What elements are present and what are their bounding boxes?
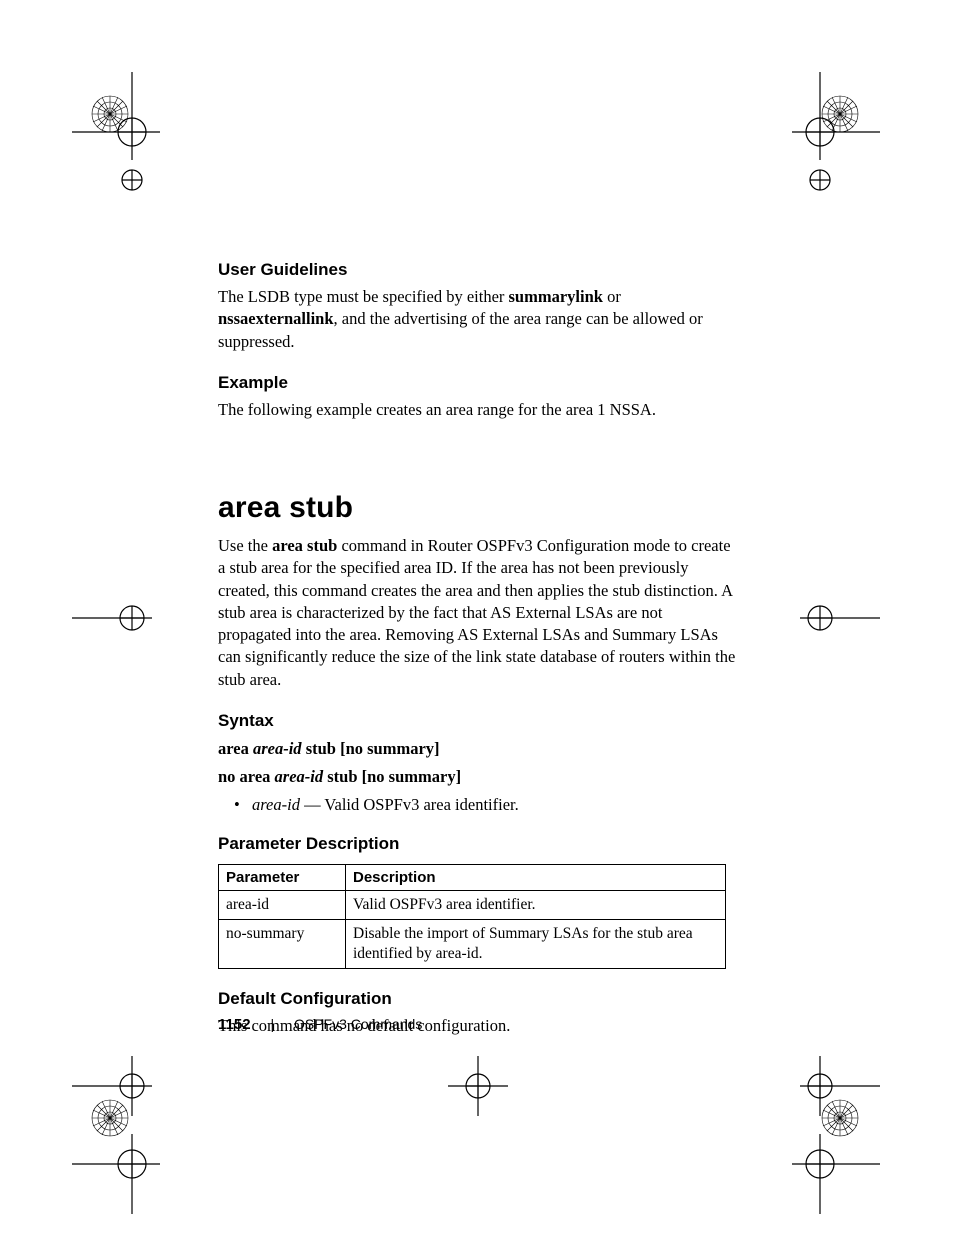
cmd-area-stub: area stub [272,536,337,555]
text: or [603,287,621,306]
arg-area-id: area-id [252,795,300,814]
registration-mark-icon [72,558,192,678]
rosette-icon [820,94,860,134]
col-description: Description [346,864,726,890]
cell-description: Valid OSPFv3 area identifier. [346,890,726,919]
heading-parameter-description: Parameter Description [218,834,738,854]
page-number: 1152 [218,1016,251,1033]
rosette-icon [90,94,130,134]
kw: stub [no summary] [302,739,440,758]
arg-area-id: area-id [275,767,324,786]
syntax-line-1: area area-id stub [no summary] [218,737,738,761]
page-footer: 1152 | OSPFv3 Commands [218,1016,422,1033]
col-parameter: Parameter [219,864,346,890]
footer-separator: | [254,1016,290,1032]
term-nssaexternallink: nssaexternallink [218,309,334,328]
heading-example: Example [218,373,738,393]
example-body: The following example creates an area ra… [218,399,738,421]
heading-user-guidelines: User Guidelines [218,260,738,280]
page-content: User Guidelines The LSDB type must be sp… [218,260,738,1058]
kw: stub [no summary] [323,767,461,786]
kw: area [218,739,253,758]
text: Use the [218,536,272,555]
table-row: area-id Valid OSPFv3 area identifier. [219,890,726,919]
arg-area-id: area-id [253,739,302,758]
parameter-table: Parameter Description area-id Valid OSPF… [218,864,726,969]
cell-parameter: area-id [219,890,346,919]
cell-description: Disable the import of Summary LSAs for t… [346,920,726,969]
area-stub-body: Use the area stub command in Router OSPF… [218,535,738,691]
rosette-icon [90,1098,130,1138]
term-summarylink: summarylink [509,287,603,306]
user-guidelines-body: The LSDB type must be specified by eithe… [218,286,738,353]
syntax-bullet: area-id — Valid OSPFv3 area identifier. [218,793,738,816]
heading-default-configuration: Default Configuration [218,989,738,1009]
text: command in Router OSPFv3 Configuration m… [218,536,735,689]
rosette-icon [820,1098,860,1138]
heading-area-stub: area stub [218,491,738,525]
registration-mark-icon [760,558,880,678]
registration-mark-icon [760,1134,880,1235]
registration-mark-icon [72,1134,192,1235]
cell-parameter: no-summary [219,920,346,969]
text: — Valid OSPFv3 area identifier. [300,795,519,814]
kw: no area [218,767,275,786]
registration-mark-icon [418,1046,538,1166]
syntax-line-2: no area area-id stub [no summary] [218,765,738,789]
table-header-row: Parameter Description [219,864,726,890]
text: The LSDB type must be specified by eithe… [218,287,509,306]
table-row: no-summary Disable the import of Summary… [219,920,726,969]
heading-syntax: Syntax [218,711,738,731]
footer-section: OSPFv3 Commands [294,1016,422,1032]
